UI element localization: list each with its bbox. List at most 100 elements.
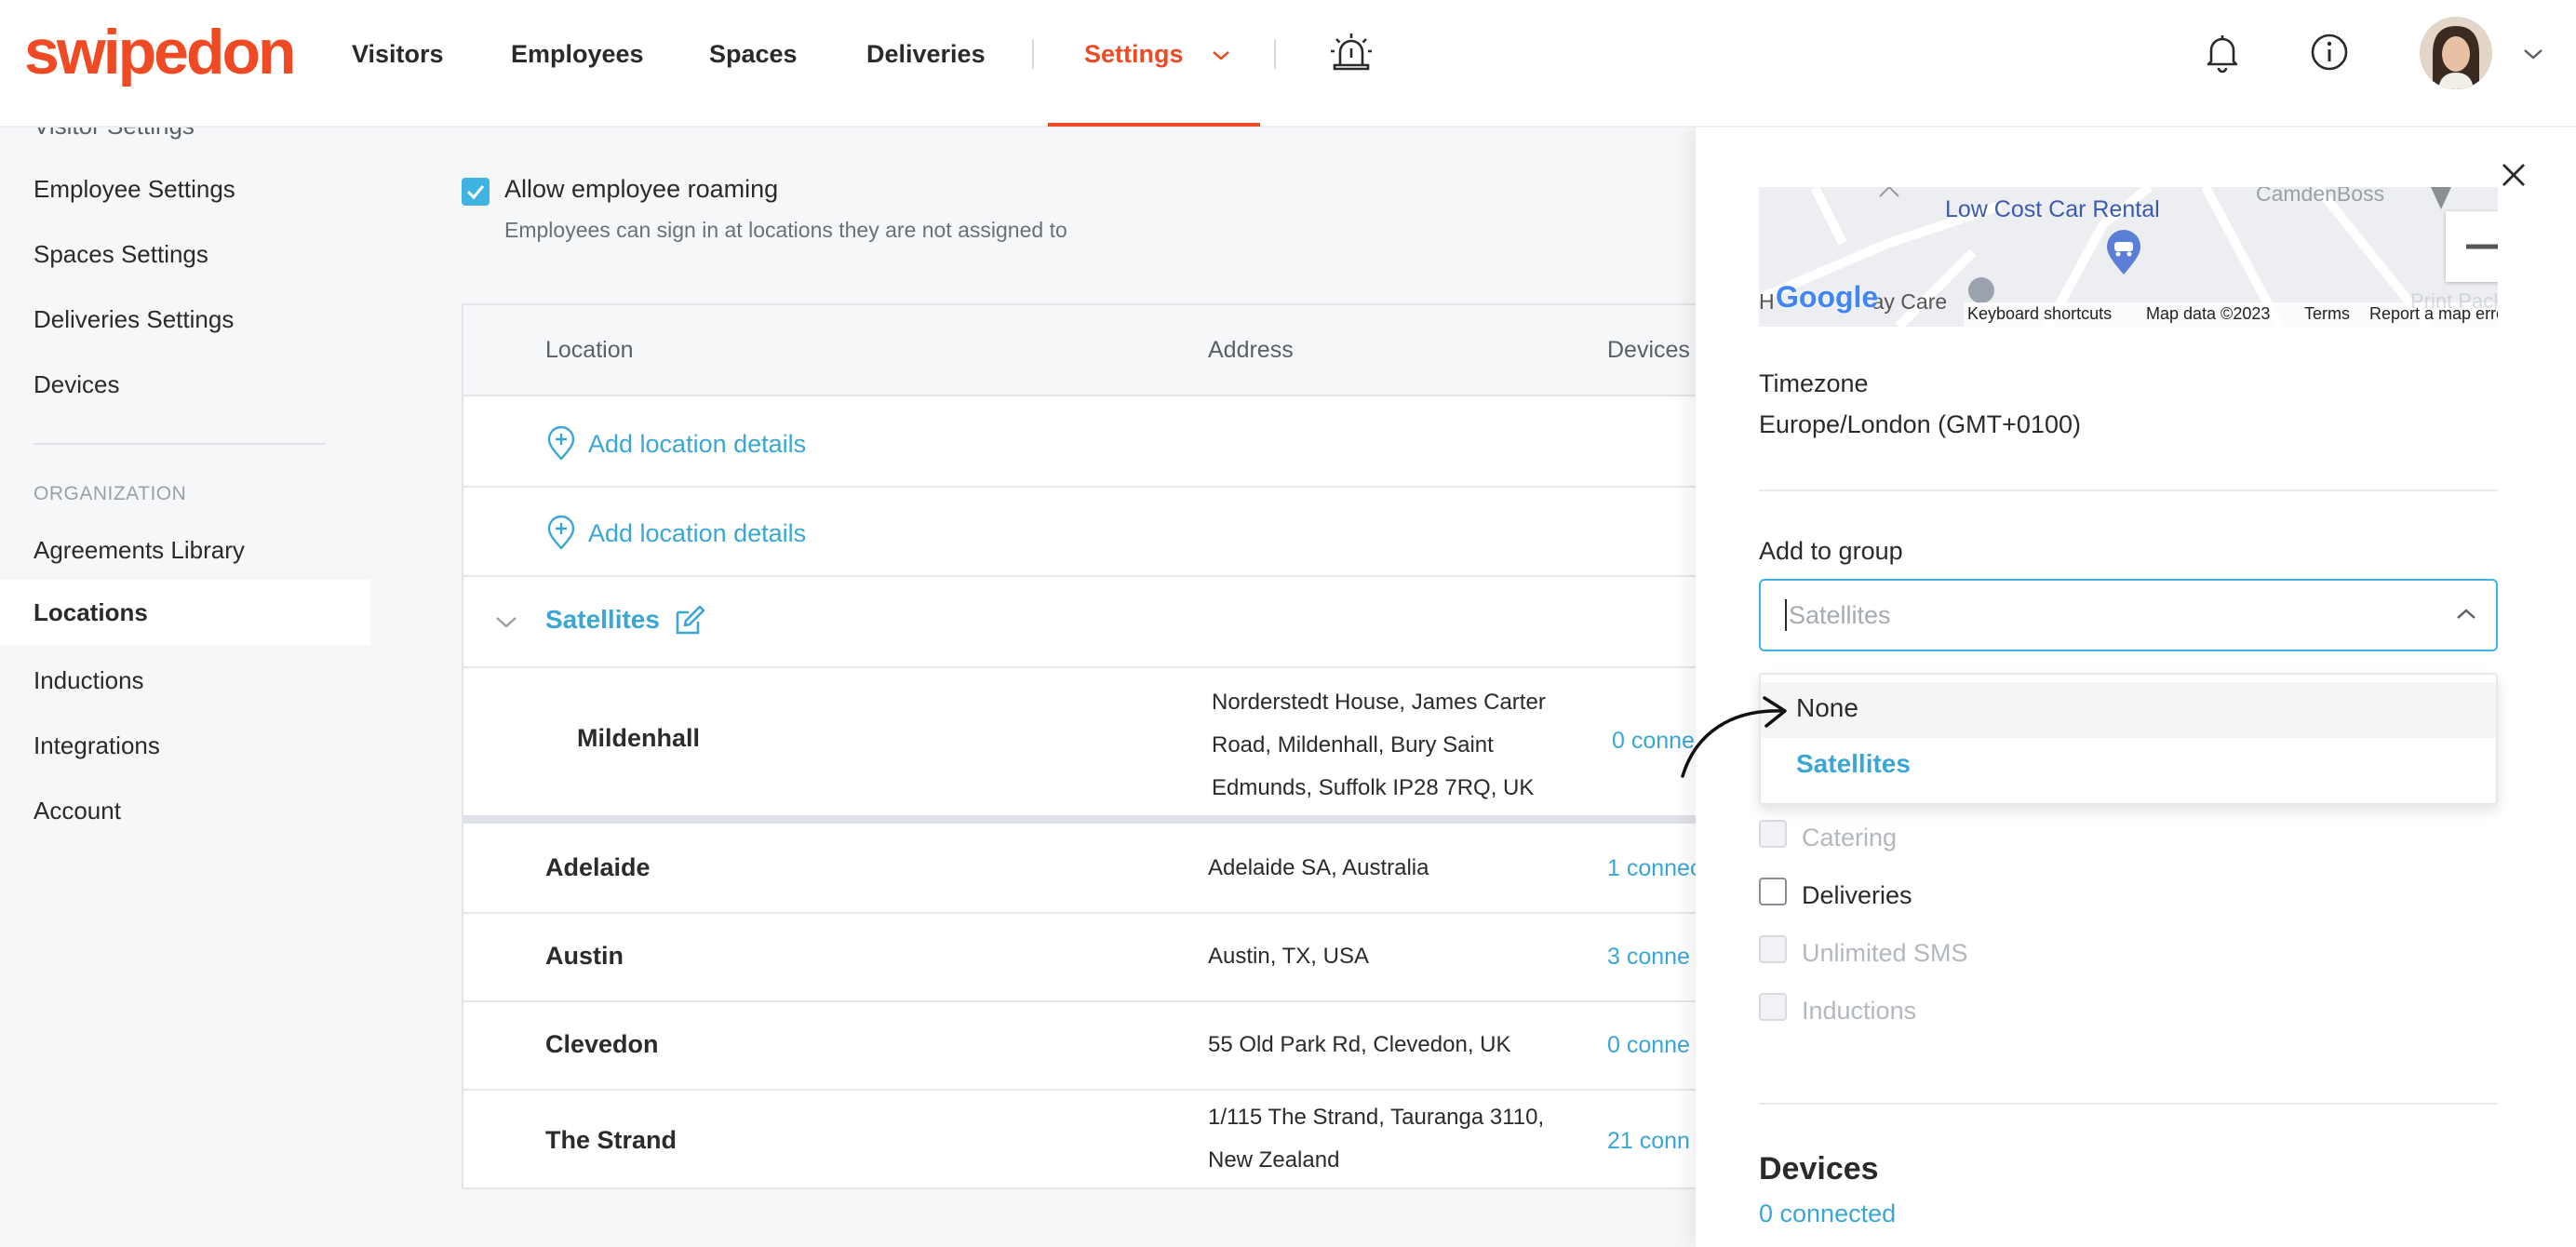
map-data-attribution: Map data ©2023 xyxy=(2146,304,2271,323)
car-rental-pin-icon xyxy=(2107,230,2140,275)
map-pin-plus-icon xyxy=(547,516,575,550)
dropdown-option-none[interactable]: None xyxy=(1761,682,2496,738)
allow-roaming-help: Employees can sign in at locations they … xyxy=(504,218,1067,242)
group-dropdown: None Satellites xyxy=(1759,673,2498,805)
nav-deliveries[interactable]: Deliveries xyxy=(866,35,986,73)
map-terms-link[interactable]: Terms xyxy=(2304,304,2350,324)
location-name: Austin xyxy=(545,942,624,970)
table-row[interactable]: The Strand 1/115 The Strand, Tauranga 31… xyxy=(463,1091,1893,1187)
bell-icon[interactable] xyxy=(2198,28,2247,76)
account-menu-chevron-icon[interactable] xyxy=(2522,47,2544,61)
unlimited-sms-label: Unlimited SMS xyxy=(1802,939,1968,967)
text-cursor xyxy=(1785,599,1787,631)
emergency-alarm-icon[interactable] xyxy=(1327,28,1375,76)
row-divider xyxy=(463,486,1893,488)
table-row[interactable]: Austin Austin, TX, USA 3 conne xyxy=(463,914,1893,1000)
devices-link[interactable]: 3 conne xyxy=(1607,944,1690,971)
close-icon[interactable] xyxy=(2498,159,2529,191)
nav-employees[interactable]: Employees xyxy=(511,35,644,73)
allow-roaming-label: Allow employee roaming xyxy=(504,175,779,203)
sidebar-item-agreements-library[interactable]: Agreements Library xyxy=(34,533,245,567)
inductions-checkbox[interactable] xyxy=(1759,993,1787,1021)
user-avatar[interactable] xyxy=(2420,17,2492,89)
location-name: Clevedon xyxy=(545,1030,659,1058)
column-header-location[interactable]: Location xyxy=(545,337,634,364)
map-poi-label: CamdenBoss xyxy=(2256,187,2385,206)
sidebar-item-deliveries-settings[interactable]: Deliveries Settings xyxy=(34,302,234,336)
devices-connected-link[interactable]: 0 connected xyxy=(1759,1200,1896,1228)
location-name: Mildenhall xyxy=(577,724,701,752)
google-logo: Google xyxy=(1776,280,1879,314)
location-name: The Strand xyxy=(545,1126,678,1154)
catering-checkbox[interactable] xyxy=(1759,820,1787,848)
minus-icon xyxy=(2466,244,2498,249)
sidebar-item-devices[interactable]: Devices xyxy=(34,368,119,401)
row-divider xyxy=(463,575,1893,577)
unlimited-sms-checkbox[interactable] xyxy=(1759,935,1787,963)
location-address: Adelaide SA, Australia xyxy=(1208,855,1429,880)
add-to-group-label: Add to group xyxy=(1759,537,1903,565)
map-zoom-out-button[interactable] xyxy=(2446,211,2498,282)
catering-label: Catering xyxy=(1802,824,1898,851)
annotation-arrow-icon xyxy=(1681,696,1787,778)
sidebar-item-inductions[interactable]: Inductions xyxy=(34,664,144,697)
location-map[interactable]: Low Cost Car Rental CamdenBoss Hay Care … xyxy=(1759,187,2498,327)
sidebar-item-employee-settings[interactable]: Employee Settings xyxy=(34,172,235,206)
edit-group-icon[interactable] xyxy=(672,603,707,638)
location-name: Adelaide xyxy=(545,853,651,881)
top-navigation: swipedon Visitors Employees Spaces Deliv… xyxy=(0,0,2576,127)
add-location-link: Add location details xyxy=(588,430,807,458)
table-header: Location Address Devices xyxy=(463,305,1893,396)
location-address: 55 Old Park Rd, Clevedon, UK xyxy=(1208,1032,1511,1057)
deliveries-label: Deliveries xyxy=(1802,881,1912,909)
timezone-label: Timezone xyxy=(1759,369,1869,397)
allow-roaming-checkbox[interactable] xyxy=(462,178,490,206)
sidebar-item-account[interactable]: Account xyxy=(34,794,121,827)
location-details-panel: Low Cost Car Rental CamdenBoss Hay Care … xyxy=(1696,127,2576,1247)
nav-separator xyxy=(1274,39,1276,69)
group-collapse-chevron-icon[interactable] xyxy=(493,614,519,631)
address-line: 1/115 The Strand, Tauranga 3110, xyxy=(1208,1105,1545,1130)
swipedon-logo[interactable]: swipedon xyxy=(24,20,297,84)
active-tab-indicator xyxy=(1048,123,1260,127)
inductions-label: Inductions xyxy=(1802,997,1917,1025)
user-portrait-icon xyxy=(2420,17,2492,89)
location-address: 1/115 The Strand, Tauranga 3110, New Zea… xyxy=(1208,1096,1544,1182)
devices-heading: Devices xyxy=(1759,1151,1879,1187)
add-location-link: Add location details xyxy=(588,519,807,547)
table-row[interactable]: Adelaide Adelaide SA, Australia 1 connec xyxy=(463,824,1893,912)
nav-visitors[interactable]: Visitors xyxy=(352,35,444,73)
group-select-placeholder: Satellites xyxy=(1789,601,1891,629)
group-select[interactable]: Satellites xyxy=(1759,579,2498,651)
address-line: New Zealand xyxy=(1208,1147,1340,1173)
address-line: Norderstedt House, James Carter xyxy=(1212,690,1546,715)
sidebar-section-heading: ORGANIZATION xyxy=(34,483,187,504)
sidebar-item-locations-label: Locations xyxy=(34,598,148,626)
chevron-up-icon[interactable] xyxy=(2455,605,2477,624)
group-divider xyxy=(463,815,1893,824)
devices-link[interactable]: 0 conne xyxy=(1607,1032,1690,1059)
location-address: Austin, TX, USA xyxy=(1208,944,1369,969)
table-row[interactable]: Clevedon 55 Old Park Rd, Clevedon, UK 0 … xyxy=(463,1002,1893,1089)
address-line: Edmunds, Suffolk IP28 7RQ, UK xyxy=(1212,775,1535,800)
info-icon[interactable] xyxy=(2305,28,2354,76)
sidebar-item-integrations[interactable]: Integrations xyxy=(34,729,160,762)
panel-divider xyxy=(1759,489,2498,491)
map-keyboard-shortcuts[interactable]: Keyboard shortcuts xyxy=(1967,304,2112,324)
group-name-satellites[interactable]: Satellites xyxy=(545,605,660,635)
chevron-down-icon xyxy=(1213,50,1229,60)
deliveries-checkbox[interactable] xyxy=(1759,878,1787,905)
nav-settings[interactable]: Settings xyxy=(1084,35,1231,73)
sidebar-item-spaces-settings[interactable]: Spaces Settings xyxy=(34,237,208,271)
devices-link[interactable]: 21 conn xyxy=(1607,1128,1690,1155)
devices-link[interactable]: 1 connec xyxy=(1607,855,1701,882)
map-place-label-suffix: ay Care xyxy=(1872,289,1948,314)
dropdown-option-satellites[interactable]: Satellites xyxy=(1761,738,2496,794)
column-header-devices[interactable]: Devices xyxy=(1607,337,1690,364)
nav-spaces[interactable]: Spaces xyxy=(709,35,798,73)
map-place-label: Print Pack Graf xyxy=(2410,289,2498,313)
timezone-value: Europe/London (GMT+0100) xyxy=(1759,410,2081,438)
map-place-label-prefix: H xyxy=(1759,289,1775,314)
column-header-address[interactable]: Address xyxy=(1208,337,1294,364)
sidebar-item-locations[interactable]: Locations xyxy=(0,580,370,645)
